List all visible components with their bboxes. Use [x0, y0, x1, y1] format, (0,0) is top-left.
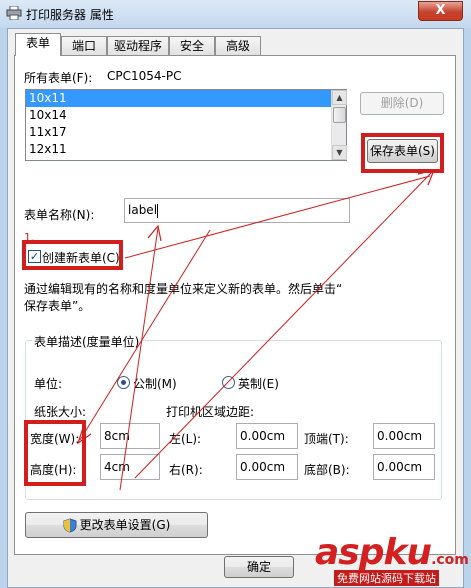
tab-forms[interactable]: 表单	[15, 33, 61, 56]
arrowhead-icon	[147, 224, 162, 242]
watermark-text: aspku	[315, 532, 432, 573]
arrow-line-name	[119, 227, 159, 491]
arrowhead-icon	[76, 427, 92, 445]
arrow-line-size	[79, 229, 211, 441]
annotation-arrows	[76, 169, 435, 491]
watermark-suffix: .com	[431, 552, 469, 568]
watermark-subtitle: 免费网站源码下载站	[334, 570, 439, 586]
arrow-line-checkbox	[124, 175, 431, 259]
arrow-line-save	[134, 171, 433, 479]
